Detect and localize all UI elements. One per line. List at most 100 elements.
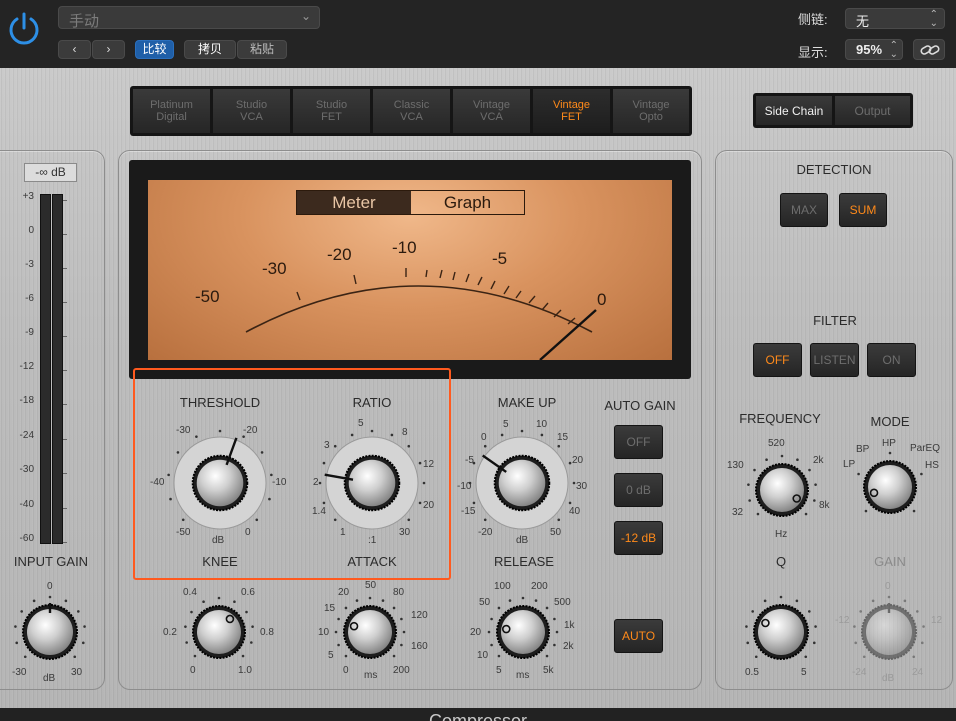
knob-tick-label: 10 [536,419,548,430]
knob-tick-label: 2k [563,641,574,652]
attack-knob[interactable] [332,594,408,670]
unit-label: ms [364,670,378,681]
ratio-knob-graphic [318,429,426,530]
threshold-knob[interactable] [164,427,276,539]
knob-tick-label: 0.8 [260,627,274,638]
knob-tick-label: HP [882,438,896,449]
knob-tick-label: 500 [554,597,571,608]
knob-tick-label: 8 [402,427,408,438]
knob-layer: -30 -20 -40 -10 -50 0 dB 5 8 3 12 2 20 1.4 30 1:1 5 10 0 15… [0,0,956,721]
knob-tick-label: 20 [572,455,584,466]
knee-knob-graphic [184,596,254,659]
knob-tick-label: 2k [813,455,824,466]
knob-tick-label: 130 [727,460,744,471]
knob-tick-label: 520 [768,438,785,449]
knob-tick-label: 12 [423,459,435,470]
knob-tick-label: -12 [835,615,850,626]
input-gain-knob-graphic [14,595,86,660]
knob-tick-label: 8k [819,500,830,511]
knob-tick-label: 5 [801,667,807,678]
knob-tick-label: 200 [531,581,548,592]
knob-tick-label: 50 [365,580,377,591]
mode-knob[interactable] [852,449,928,525]
knob-tick-label: 0 [885,581,891,592]
knob-tick-label: 1k [564,620,575,631]
release-knob[interactable] [485,594,561,670]
knob-tick-label: -24 [852,667,867,678]
frequency-knob[interactable] [744,452,820,528]
knob-tick-label: 30 [71,667,83,678]
plugin-footer: Compressor [0,708,956,721]
ratio-knob[interactable] [316,427,428,539]
knob-tick-label: 0.2 [163,627,177,638]
knob-tick-label: -5 [465,455,474,466]
knob-tick-label: 30 [576,481,588,492]
knob-tick-label: 24 [912,667,924,678]
unit-label: dB [882,673,895,684]
gain-knob-graphic [853,595,925,660]
knob-tick-label: 0 [481,432,487,443]
plugin-title: Compressor [428,711,528,721]
knob-tick-label: 5 [496,665,502,676]
knob-tick-label: 120 [411,610,428,621]
knob-tick-label: 80 [393,587,405,598]
knob-tick-label: -30 [12,667,27,678]
knob-tick-label: 20 [470,627,482,638]
knob-tick-label: 32 [732,507,744,518]
knob-tick-label: 160 [411,641,428,652]
knob-tick-label: 20 [423,500,435,511]
unit-label: dB [43,673,56,684]
unit-label: dB [212,535,225,546]
knob-tick-label: HS [925,460,939,471]
knob-tick-label: -20 [478,527,493,538]
knob-tick-label: 50 [479,597,491,608]
unit-label: dB [516,535,529,546]
attack-knob-graphic [334,596,406,659]
knob-tick-label: 200 [393,665,410,676]
mode-knob-graphic [857,451,923,514]
knob-tick-label: ParEQ [910,443,941,454]
knob-tick-label: -10 [457,481,472,492]
knob-tick-label: 10 [318,627,330,638]
unit-label: :1 [368,535,377,546]
knob-tick-label: 15 [324,603,336,614]
knob-tick-label: LP [843,459,856,470]
makeup-knob-graphic [468,429,576,530]
knob-tick-label: -30 [176,425,191,436]
knob-tick-label: 0.6 [241,587,255,598]
knob-tick-label: 2 [313,477,319,488]
knob-tick-label: 12 [931,615,943,626]
knob-tick-label: 1 [340,527,346,538]
knob-tick-label: -50 [176,527,191,538]
knob-tick-label: 0 [190,665,196,676]
knob-tick-label: 5 [503,419,509,430]
knob-tick-label: 0 [343,665,349,676]
knob-tick-label: 5k [543,665,554,676]
knob-tick-label: 1.4 [312,506,326,517]
gain-knob[interactable] [850,593,928,671]
threshold-knob-graphic [167,429,273,530]
knob-tick-label: BP [856,444,870,455]
release-knob-graphic [487,596,559,659]
knob-tick-label: 10 [477,650,489,661]
knob-tick-label: -10 [272,477,287,488]
knob-tick-label: 100 [494,581,511,592]
q-knob[interactable] [742,593,820,671]
knob-tick-label: 0 [245,527,251,538]
knob-tick-label: 20 [338,587,350,598]
knob-tick-label: 30 [399,527,411,538]
frequency-knob-graphic [747,454,817,517]
input-gain-knob[interactable] [11,593,89,671]
knob-tick-label: -15 [461,506,476,517]
knob-tick-label: 15 [557,432,569,443]
makeup-knob[interactable] [466,427,578,539]
knob-tick-label: 0 [47,581,53,592]
knob-tick-label: 1.0 [238,665,252,676]
knee-knob[interactable] [181,594,257,670]
q-knob-graphic [745,595,817,660]
knob-tick-label: -20 [243,425,258,436]
knob-tick-label: 5 [328,650,334,661]
knob-tick-label: 0.5 [745,667,759,678]
knob-tick-label: 5 [358,418,364,429]
knob-tick-label: 40 [569,506,581,517]
